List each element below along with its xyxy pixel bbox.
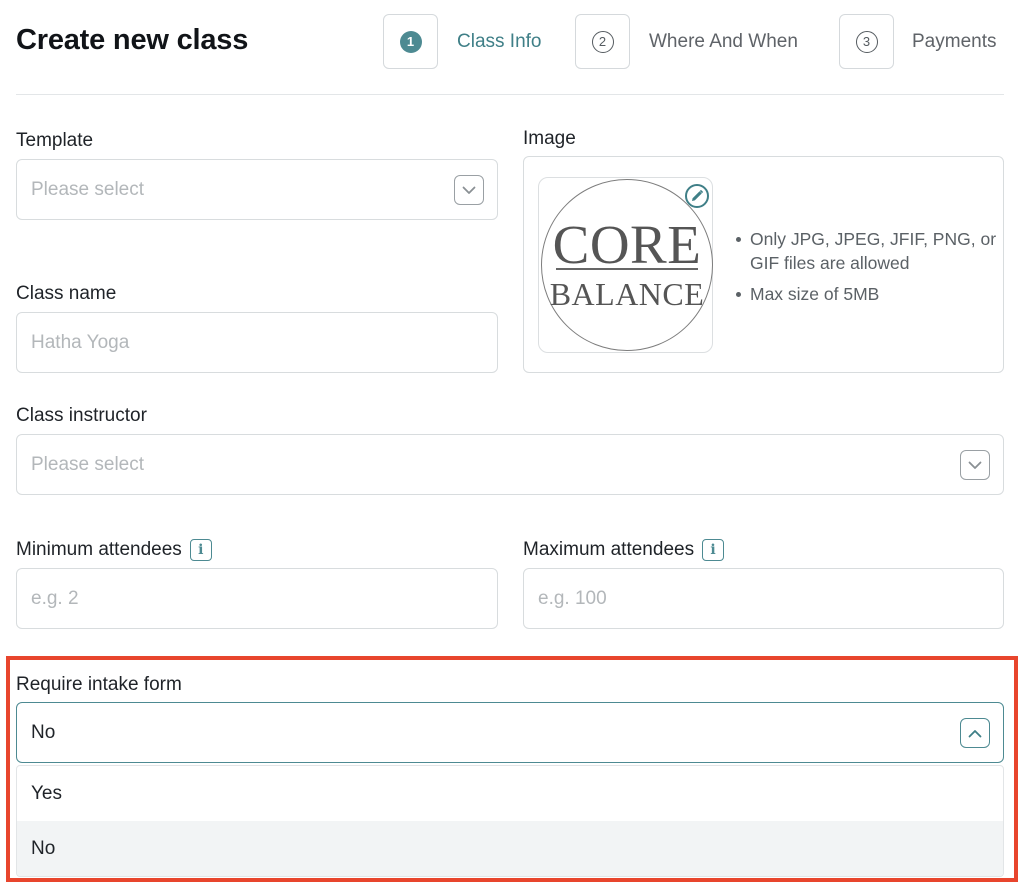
core-balance-logo: CORE BALANCE bbox=[541, 179, 713, 351]
hint-file-types: Only JPG, JPEG, JFIF, PNG, or GIF files … bbox=[732, 227, 1002, 275]
intake-form-dropdown: Yes No bbox=[16, 765, 1004, 877]
intake-form-label: Require intake form bbox=[16, 674, 182, 696]
class-name-label: Class name bbox=[16, 283, 116, 305]
page-title: Create new class bbox=[16, 24, 249, 56]
min-attendees-label-text: Minimum attendees bbox=[16, 539, 182, 560]
min-attendees-label: Minimum attendees i bbox=[16, 539, 212, 561]
logo-balance-text: BALANCE bbox=[549, 276, 705, 312]
step-1-button[interactable]: 1 bbox=[383, 14, 438, 69]
chevron-down-icon[interactable] bbox=[960, 450, 990, 480]
max-attendees-label: Maximum attendees i bbox=[523, 539, 725, 561]
image-label: Image bbox=[523, 128, 576, 150]
instructor-label: Class instructor bbox=[16, 405, 147, 427]
image-upload-area[interactable]: CORE BALANCE Only JPG, JPEG, JFIF, PNG, … bbox=[523, 156, 1004, 373]
template-placeholder: Please select bbox=[31, 178, 145, 200]
step-label-class-info[interactable]: Class Info bbox=[457, 31, 541, 53]
instructor-label-text: Class instructor bbox=[16, 405, 147, 426]
logo-divider bbox=[556, 268, 698, 270]
logo-core-text: CORE bbox=[552, 214, 702, 275]
min-attendees-input[interactable]: e.g. 2 bbox=[16, 568, 498, 629]
intake-form-value: No bbox=[31, 721, 56, 743]
hint-max-size: Max size of 5MB bbox=[732, 282, 1002, 306]
image-requirements: Only JPG, JPEG, JFIF, PNG, or GIF files … bbox=[732, 227, 1002, 313]
class-name-input[interactable]: Hatha Yoga bbox=[16, 312, 498, 373]
max-attendees-label-text: Maximum attendees bbox=[523, 539, 695, 560]
image-preview[interactable]: CORE BALANCE bbox=[538, 177, 713, 353]
instructor-select[interactable]: Please select bbox=[16, 434, 1004, 495]
class-name-label-text: Class name bbox=[16, 283, 117, 304]
max-attendees-input[interactable]: e.g. 100 bbox=[523, 568, 1004, 629]
header-divider bbox=[16, 94, 1004, 95]
step-label-payments[interactable]: Payments bbox=[912, 31, 996, 53]
step-number-2: 2 bbox=[591, 30, 614, 53]
info-icon[interactable]: i bbox=[189, 539, 212, 561]
max-attendees-placeholder: e.g. 100 bbox=[538, 587, 607, 609]
pencil-icon[interactable] bbox=[685, 184, 709, 208]
step-3-button[interactable]: 3 bbox=[839, 14, 894, 69]
min-attendees-placeholder: e.g. 2 bbox=[31, 587, 79, 609]
instructor-placeholder: Please select bbox=[31, 453, 145, 475]
template-select[interactable]: Please select bbox=[16, 159, 498, 220]
option-yes[interactable]: Yes bbox=[17, 766, 1003, 821]
option-no[interactable]: No bbox=[17, 821, 1003, 876]
class-name-placeholder: Hatha Yoga bbox=[31, 331, 130, 353]
intake-form-label-text: Require intake form bbox=[16, 674, 182, 695]
image-label-text: Image bbox=[523, 128, 576, 149]
chevron-down-icon[interactable] bbox=[454, 175, 484, 205]
template-label: Template bbox=[16, 130, 93, 152]
step-label-where-and-when[interactable]: Where And When bbox=[649, 31, 798, 53]
step-2-button[interactable]: 2 bbox=[575, 14, 630, 69]
step-number-3: 3 bbox=[855, 30, 878, 53]
intake-form-select[interactable]: No bbox=[16, 702, 1004, 763]
info-icon[interactable]: i bbox=[702, 539, 725, 561]
template-label-text: Template bbox=[16, 130, 94, 151]
chevron-up-icon[interactable] bbox=[960, 718, 990, 748]
step-number-1: 1 bbox=[399, 30, 422, 53]
